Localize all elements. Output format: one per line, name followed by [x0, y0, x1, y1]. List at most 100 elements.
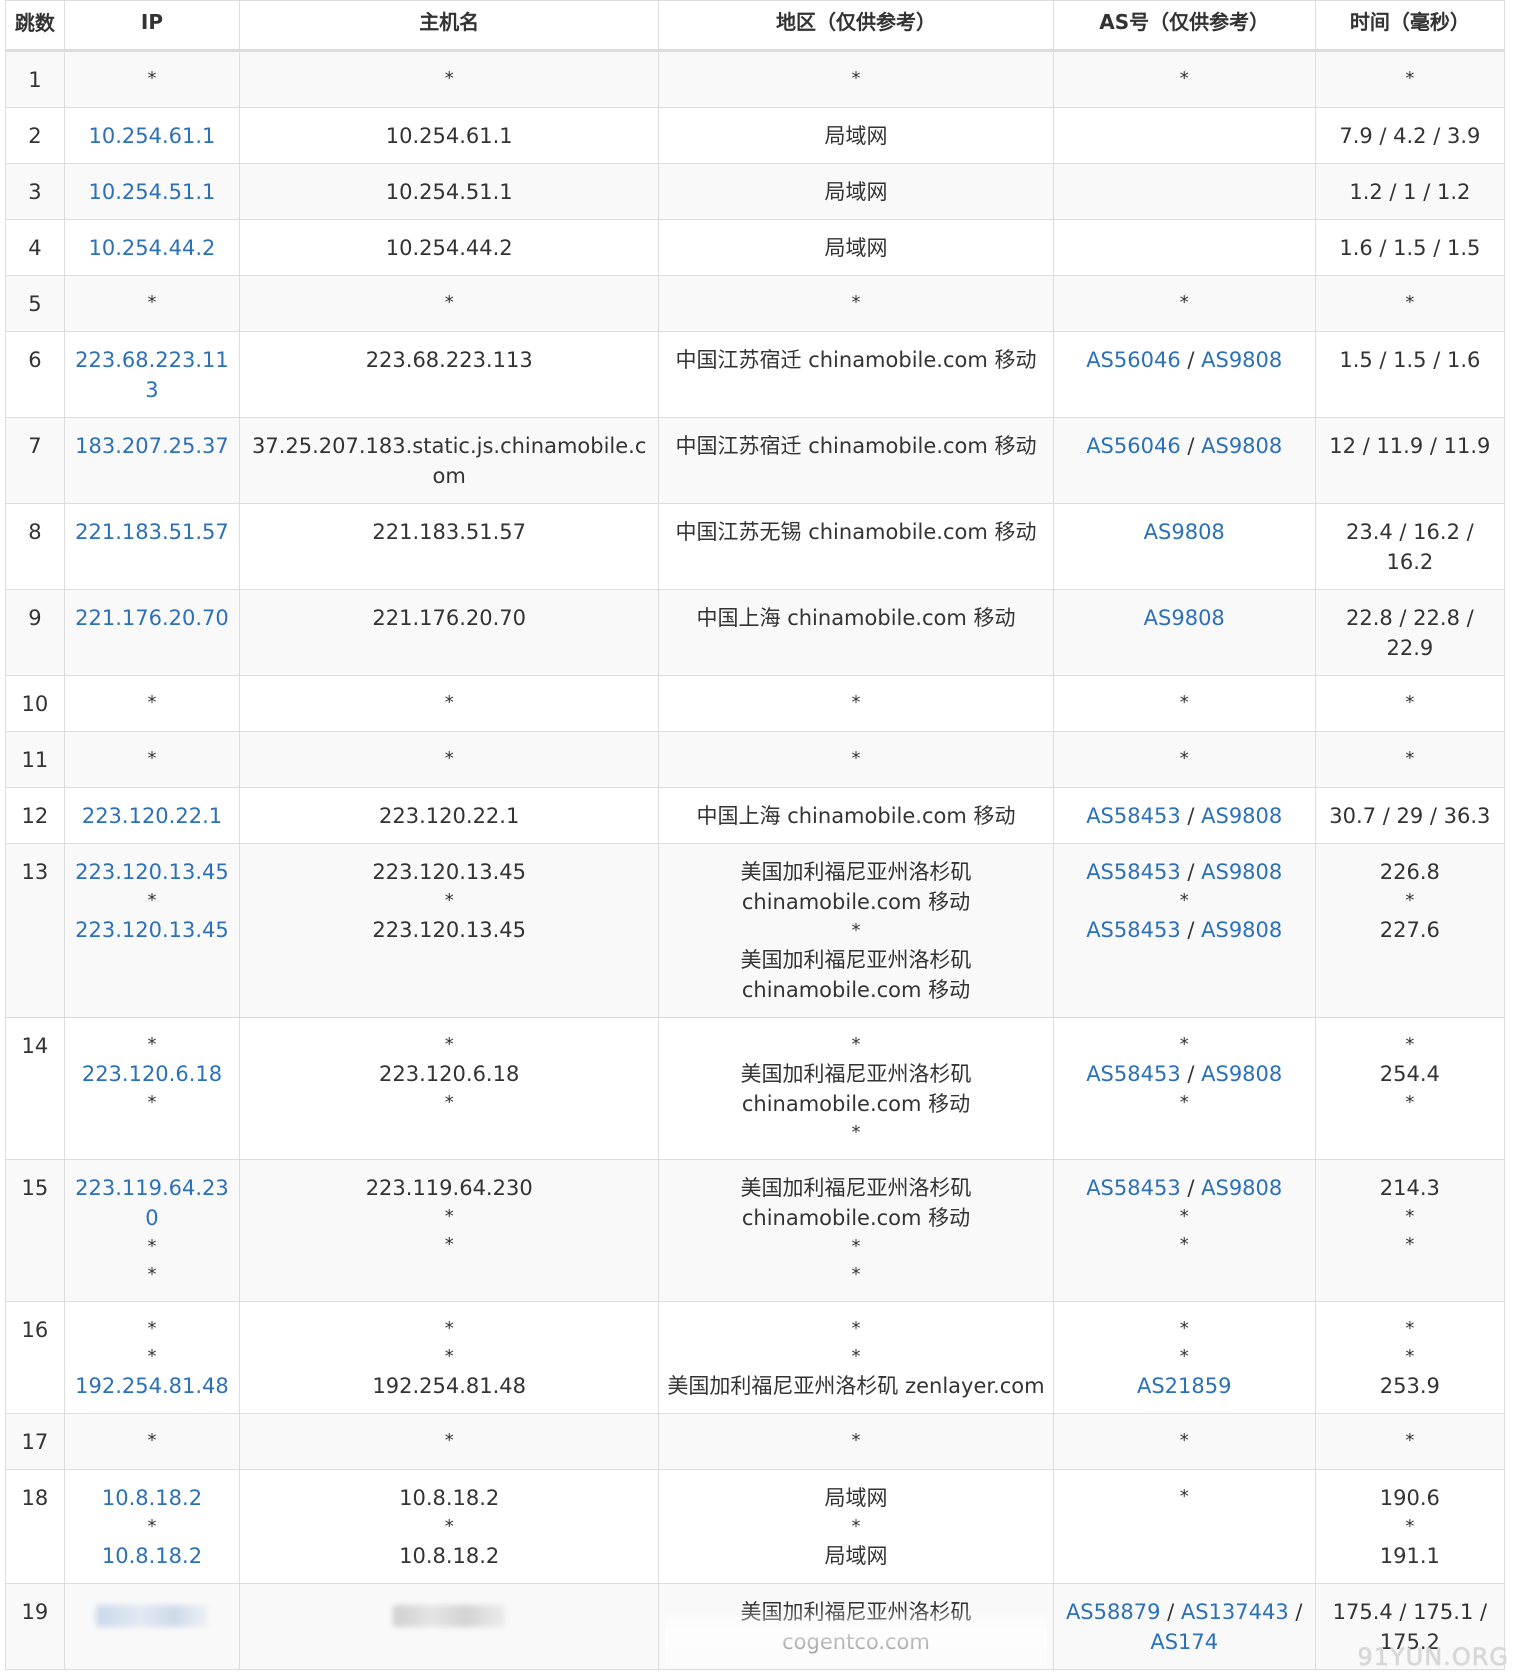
table-row: 10 * * * * *	[5, 675, 1506, 732]
asn-cell: *	[1052, 1469, 1316, 1584]
hop-number: 19	[5, 1583, 65, 1670]
no-reply-marker: *	[444, 1346, 454, 1367]
hop-number: 17	[5, 1413, 65, 1470]
asn-link[interactable]: AS58453	[1086, 1176, 1181, 1200]
ip-link[interactable]: 183.207.25.37	[71, 431, 233, 461]
table-row: 15 223.119.64.230 * * 223.119.64.230 * * 美国加利福尼…	[5, 1159, 1506, 1302]
no-reply-marker: *	[147, 1264, 157, 1285]
watermark: 91YUN.ORG	[1357, 1643, 1509, 1671]
redacted-ip	[95, 1605, 208, 1627]
table-row: 6 223.68.223.113 223.68.223.113 中国江苏宿迁 chin…	[5, 331, 1506, 418]
region-text: 美国加利福尼亚州洛杉矶 chinamobile.com 移动	[740, 948, 972, 1002]
header-ip: IP	[63, 0, 241, 52]
no-reply-marker: *	[147, 1236, 157, 1257]
asn-link[interactable]: AS137443	[1181, 1600, 1289, 1624]
hop-number: 13	[5, 843, 65, 1018]
asn-line: AS9808	[1060, 517, 1309, 547]
no-reply-marker: *	[444, 1318, 454, 1339]
ip-link[interactable]: 10.254.44.2	[71, 233, 233, 263]
asn-link[interactable]: AS58453	[1086, 918, 1181, 942]
no-reply-marker: *	[444, 1206, 454, 1227]
asn-separator: /	[1180, 1176, 1202, 1200]
asn-link[interactable]: AS58453	[1086, 860, 1181, 884]
hostname-text: 223.120.13.45	[372, 918, 527, 942]
ip-link[interactable]: 223.120.6.18	[71, 1059, 233, 1089]
asn-cell: AS9808	[1052, 589, 1316, 676]
ip-cell: 10.254.44.2	[63, 219, 241, 276]
ip-cell: 221.176.20.70	[63, 589, 241, 676]
no-reply-marker: *	[147, 890, 157, 911]
asn-link[interactable]: AS9808	[1144, 606, 1225, 630]
asn-link[interactable]: AS9808	[1201, 918, 1282, 942]
asn-link[interactable]: AS56046	[1086, 348, 1181, 372]
ip-link[interactable]: 192.254.81.48	[71, 1371, 233, 1401]
hostname-cell: * 223.120.6.18 *	[239, 1017, 660, 1160]
asn-link[interactable]: AS9808	[1201, 434, 1282, 458]
no-reply-marker: *	[1405, 692, 1415, 713]
no-reply-marker: *	[444, 1234, 454, 1255]
no-reply-marker: *	[147, 1516, 157, 1537]
time-cell: 226.8 * 227.6	[1314, 843, 1506, 1018]
asn-cell: *	[1052, 50, 1316, 108]
latency-text: 227.6	[1379, 918, 1440, 942]
asn-link[interactable]: AS58879	[1066, 1600, 1161, 1624]
no-reply-marker: *	[1179, 1034, 1189, 1055]
ip-link[interactable]: 10.8.18.2	[71, 1483, 233, 1513]
hostname-text: 10.254.61.1	[385, 124, 513, 148]
no-reply-marker: *	[147, 68, 157, 89]
ip-link[interactable]: 223.120.13.45	[71, 915, 233, 945]
table-row: 4 10.254.44.2 10.254.44.2 局域网 1.6 / 1.5 / 1.…	[5, 219, 1506, 276]
no-reply-marker: *	[851, 1264, 861, 1285]
hop-number: 14	[5, 1017, 65, 1160]
region-text: 局域网	[824, 180, 888, 204]
asn-link[interactable]: AS56046	[1086, 434, 1181, 458]
asn-line: AS58453 / AS9808	[1060, 857, 1309, 887]
region-cell: 局域网 * 局域网	[658, 1469, 1054, 1584]
region-cell: *	[658, 675, 1054, 732]
ip-link[interactable]: 10.8.18.2	[71, 1541, 233, 1571]
asn-link[interactable]: AS9808	[1201, 1062, 1282, 1086]
ip-cell: 223.119.64.230 * *	[63, 1159, 241, 1302]
region-text: 局域网	[824, 124, 888, 148]
ip-link[interactable]: 221.183.51.57	[71, 517, 233, 547]
asn-link[interactable]: AS9808	[1201, 348, 1282, 372]
ip-link[interactable]: 10.254.61.1	[71, 121, 233, 151]
ip-link[interactable]: 223.68.223.113	[71, 345, 233, 405]
latency-text: 12 / 11.9 / 11.9	[1329, 434, 1491, 458]
table-row: 8 221.183.51.57 221.183.51.57 中国江苏无锡 chinam…	[5, 503, 1506, 590]
asn-link[interactable]: AS9808	[1201, 1176, 1282, 1200]
hostname-text: 223.68.223.113	[365, 348, 533, 372]
asn-link[interactable]: AS21859	[1137, 1374, 1232, 1398]
hop-number: 1	[5, 50, 65, 108]
ip-link[interactable]: 223.120.13.45	[71, 857, 233, 887]
asn-cell: * AS58453 / AS9808 *	[1052, 1017, 1316, 1160]
ip-link[interactable]: 221.176.20.70	[71, 603, 233, 633]
asn-link[interactable]: AS9808	[1201, 804, 1282, 828]
time-cell: 1.5 / 1.5 / 1.6	[1314, 331, 1506, 418]
ip-link[interactable]: 223.120.22.1	[71, 801, 233, 831]
region-cell: 美国加利福尼亚州洛杉矶 chinamobile.com 移动 * 美国加利福尼亚州洛…	[658, 843, 1054, 1018]
asn-link[interactable]: AS58453	[1086, 1062, 1181, 1086]
asn-link[interactable]: AS174	[1150, 1630, 1218, 1654]
latency-text: 22.8 / 22.8 / 22.9	[1346, 606, 1474, 660]
no-reply-marker: *	[1179, 1430, 1189, 1451]
latency-text: 23.4 / 16.2 / 16.2	[1346, 520, 1474, 574]
asn-link[interactable]: AS58453	[1086, 804, 1181, 828]
region-text: 中国江苏宿迁 chinamobile.com 移动	[675, 348, 1037, 372]
time-cell: *	[1314, 1413, 1506, 1470]
region-cell: 局域网	[658, 163, 1054, 220]
region-text: 局域网	[824, 1486, 888, 1510]
hop-number: 4	[5, 219, 65, 276]
asn-cell: AS9808	[1052, 503, 1316, 590]
asn-link[interactable]: AS9808	[1144, 520, 1225, 544]
latency-text: 214.3	[1379, 1176, 1440, 1200]
region-cell: 中国江苏宿迁 chinamobile.com 移动	[658, 417, 1054, 504]
ip-cell: 223.120.13.45 * 223.120.13.45	[63, 843, 241, 1018]
hostname-cell: *	[239, 731, 660, 788]
ip-link[interactable]: 10.254.51.1	[71, 177, 233, 207]
ip-cell: * * 192.254.81.48	[63, 1301, 241, 1414]
ip-cell: 223.68.223.113	[63, 331, 241, 418]
asn-link[interactable]: AS9808	[1201, 860, 1282, 884]
ip-link[interactable]: 223.119.64.230	[71, 1173, 233, 1233]
hostname-cell: 10.254.61.1	[239, 107, 660, 164]
